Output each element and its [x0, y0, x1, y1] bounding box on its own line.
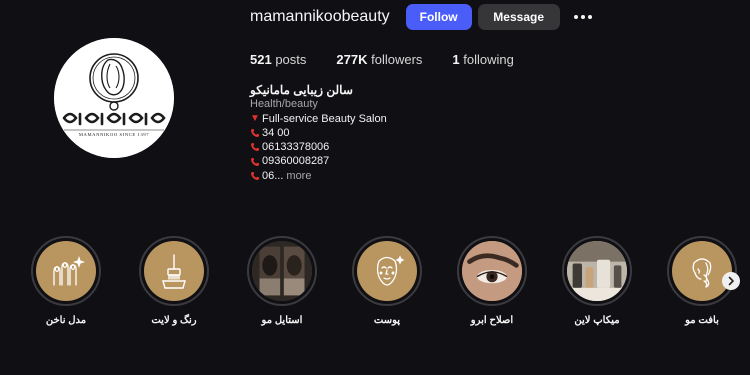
bio-line: 06133378006 [250, 140, 510, 154]
followers-label: followers [371, 52, 423, 67]
highlight-item[interactable]: رنگ و لایت [133, 236, 215, 326]
eyebrow-photo [462, 241, 522, 301]
phone-icon [250, 157, 262, 167]
highlights-next-arrow[interactable] [722, 272, 740, 290]
highlight-label: بافت مو [685, 315, 719, 326]
story-highlights: مدل ناخن رنگ و لایت استایل مو پوست اصلاح… [0, 236, 750, 336]
phone-icon [250, 171, 262, 181]
highlight-item[interactable]: مدل ناخن [25, 236, 107, 326]
message-button[interactable]: Message [477, 4, 560, 30]
brand-logo-icon: MAMANNIKOO SINCE 1397 [54, 38, 174, 158]
profile-header-row: mamannikoobeauty Follow Message [250, 4, 592, 30]
red-triangle-icon: ▼ [250, 112, 260, 124]
following-stat[interactable]: 1 following [452, 52, 513, 67]
followers-count: 277K [336, 52, 368, 67]
braid-hair-icon [672, 241, 732, 301]
hair-style-photo [252, 241, 312, 301]
chevron-right-icon [728, 276, 734, 286]
following-label: following [463, 52, 514, 67]
makeup-line-photo [567, 241, 627, 301]
bio-line-text: 06... [262, 169, 284, 182]
bio-name: سالن زیبایی مامانیکو [250, 83, 353, 97]
highlight-item[interactable]: اصلاح ابرو [451, 236, 533, 326]
phone-icon [250, 142, 262, 152]
face-skin-icon [357, 241, 417, 301]
svg-text:MAMANNIKOO SINCE 1397: MAMANNIKOO SINCE 1397 [79, 132, 149, 137]
bio-line: 34 00 [250, 126, 510, 140]
posts-count: 521 [250, 52, 272, 67]
highlight-label: استایل مو [261, 315, 303, 326]
bio-line-text: 06133378006 [262, 141, 330, 154]
profile-avatar[interactable]: MAMANNIKOO SINCE 1397 [54, 38, 174, 158]
bio-more-link[interactable]: more [286, 169, 311, 183]
highlight-label: اصلاح ابرو [470, 315, 514, 326]
bio-line-text: 09360008287 [262, 155, 330, 168]
profile-bio: سالن زیبایی مامانیکو Health/beauty ▼ Ful… [250, 83, 510, 183]
bio-line-text: Full-service Beauty Salon [262, 112, 387, 125]
followers-stat[interactable]: 277K followers [336, 52, 422, 67]
bio-line: 09360008287 [250, 154, 510, 168]
highlight-label: پوست [373, 315, 401, 326]
bio-category: Health/beauty [250, 98, 318, 111]
highlight-item[interactable]: استایل مو [241, 236, 323, 326]
highlight-label: میکاپ لاین [574, 315, 620, 326]
bio-line-text: 34 00 [262, 126, 290, 139]
follow-button[interactable]: Follow [405, 4, 472, 30]
highlight-label: مدل ناخن [45, 315, 87, 326]
phone-icon [250, 128, 262, 138]
highlight-label: رنگ و لایت [151, 315, 197, 326]
highlight-item[interactable]: میکاپ لاین [556, 236, 638, 326]
nail-hands-icon [36, 241, 96, 301]
more-options-icon[interactable] [573, 4, 592, 30]
profile-stats: 521 posts 277K followers 1 following [250, 52, 544, 67]
bio-line: 06... more [250, 169, 510, 183]
highlight-item[interactable]: پوست [346, 236, 428, 326]
hair-dye-brush-icon [144, 241, 204, 301]
posts-stat[interactable]: 521 posts [250, 52, 306, 67]
following-count: 1 [452, 52, 460, 67]
bio-line: ▼ Full-service Beauty Salon [250, 112, 510, 126]
username: mamannikoobeauty [250, 8, 390, 25]
posts-label: posts [275, 52, 307, 67]
